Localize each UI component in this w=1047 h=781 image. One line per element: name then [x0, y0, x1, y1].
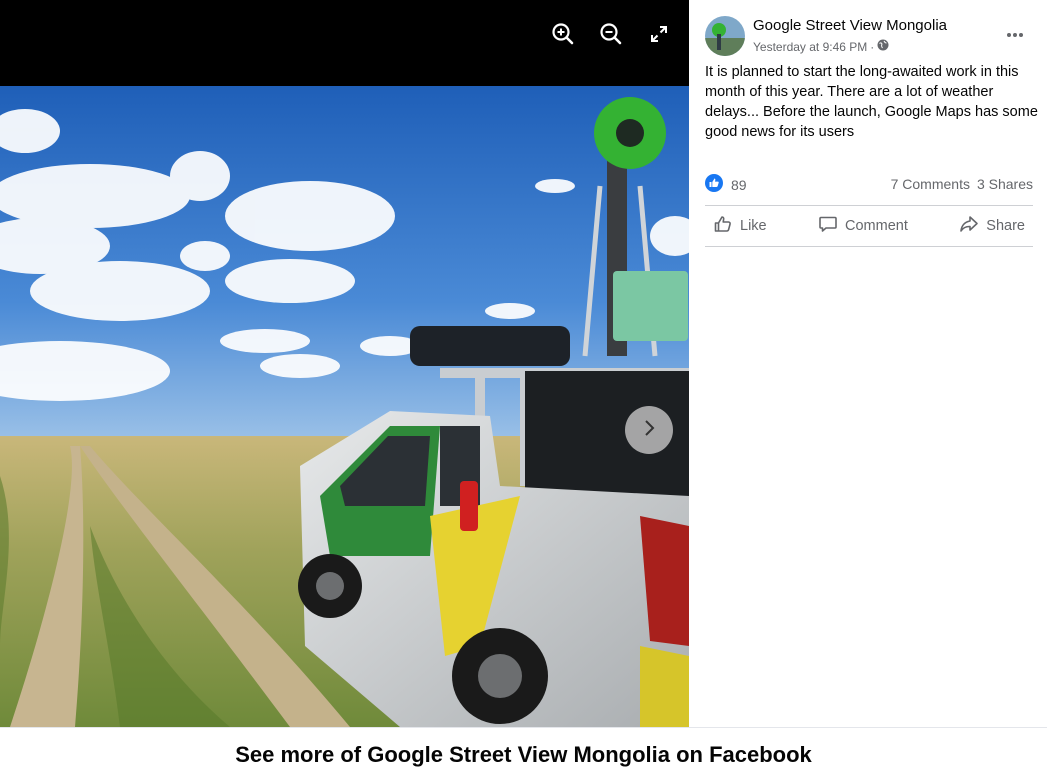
share-button[interactable]: Share [951, 207, 1033, 245]
more-options-button[interactable] [1001, 22, 1029, 46]
more-horizontal-icon [1006, 25, 1024, 43]
page-avatar[interactable] [705, 16, 745, 56]
fullscreen-icon[interactable] [645, 20, 673, 48]
divider [705, 246, 1033, 247]
comment-label: Comment [845, 218, 908, 234]
comment-button[interactable]: Comment [810, 207, 916, 245]
comments-count[interactable]: 7 Comments [891, 176, 970, 192]
reaction-summary[interactable]: 89 [705, 174, 747, 195]
thumbs-up-icon [713, 214, 733, 238]
engagement-counts: 7 Comments 3 Shares [891, 176, 1033, 192]
viewer-toolbar [0, 0, 689, 86]
post-photo[interactable] [0, 86, 689, 727]
post-timestamp[interactable]: Yesterday at 9:46 PM [753, 40, 867, 54]
post-meta: Yesterday at 9:46 PM · [753, 39, 889, 54]
like-count: 89 [731, 176, 747, 193]
like-button[interactable]: Like [705, 207, 775, 245]
comment-icon [818, 214, 838, 238]
see-more-footer: See more of Google Street View Mongolia … [0, 727, 1047, 781]
post-actions: Like Comment Share [705, 207, 1033, 245]
divider [705, 205, 1033, 206]
zoom-in-icon[interactable] [549, 20, 577, 48]
chevron-right-icon [639, 418, 659, 443]
globe-icon [877, 39, 889, 54]
like-reaction-icon [705, 174, 723, 195]
photo-viewer [0, 0, 689, 727]
share-label: Share [986, 218, 1025, 234]
post-stats: 89 7 Comments 3 Shares [705, 172, 1033, 196]
next-photo-button[interactable] [625, 406, 673, 454]
shares-count[interactable]: 3 Shares [977, 176, 1033, 192]
page-name[interactable]: Google Street View Mongolia [753, 17, 947, 34]
post-text: It is planned to start the long-awaited … [705, 64, 1038, 140]
zoom-out-icon[interactable] [597, 20, 625, 48]
post-panel: Google Street View Mongolia Yesterday at… [689, 0, 1047, 727]
like-label: Like [740, 218, 767, 234]
see-more-link[interactable]: See more of Google Street View Mongolia … [235, 742, 812, 768]
share-icon [959, 214, 979, 238]
meta-separator: · [870, 39, 875, 54]
